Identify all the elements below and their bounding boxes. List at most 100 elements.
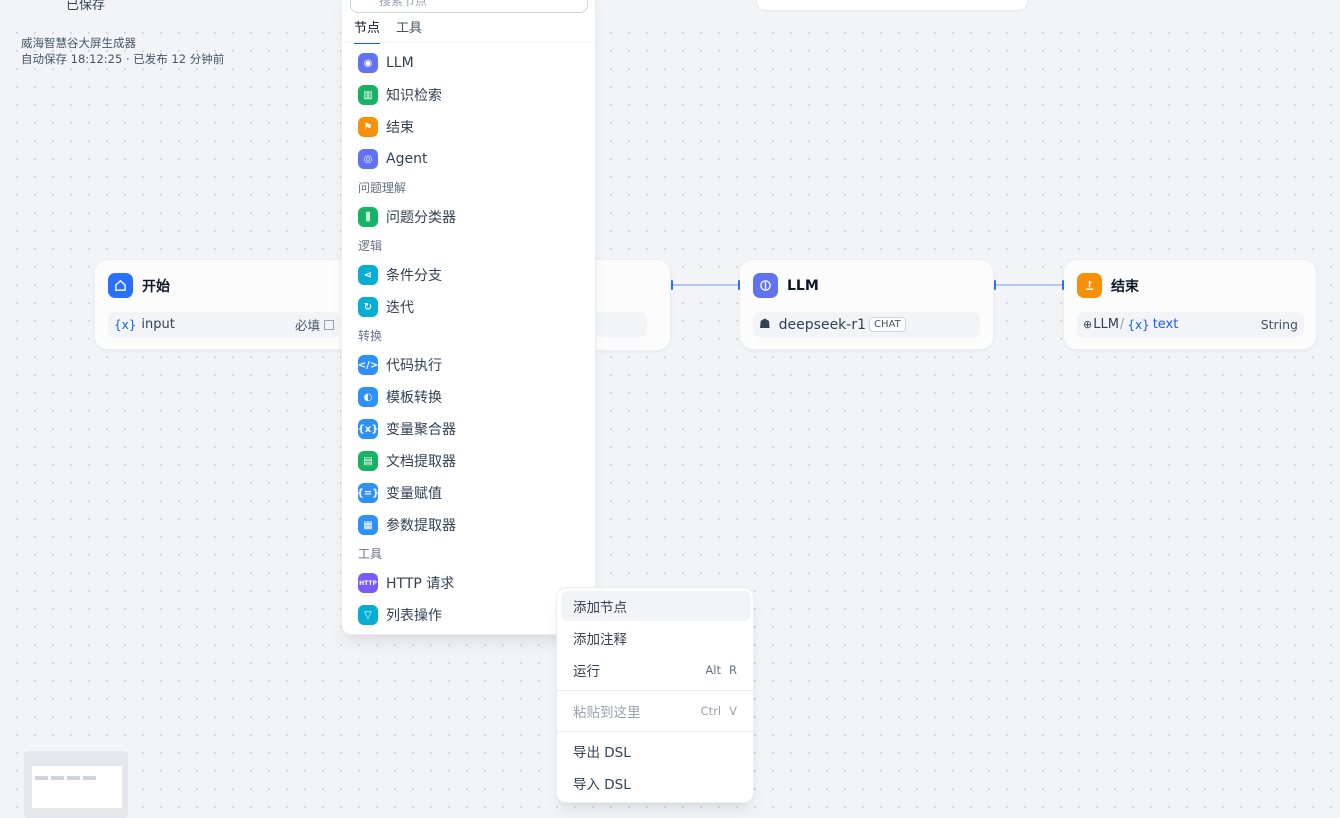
block-label: 变量赋值: [386, 486, 442, 502]
minimap-node: [35, 776, 48, 780]
assign-icon: {=}: [357, 483, 379, 503]
edge-llm-end: [995, 284, 1063, 286]
minimap-node: [51, 776, 64, 780]
llm-node[interactable]: LLM ☗ deepseek-r1 CHAT: [739, 259, 994, 350]
import-dsl-menu-item[interactable]: 导入 DSL: [561, 768, 751, 798]
block-item-iteration[interactable]: ↻ 迭代: [358, 297, 414, 317]
document-icon: ▤: [358, 451, 378, 471]
path-separator: /: [1119, 317, 1125, 332]
llm-model-row: ☗ deepseek-r1 CHAT: [753, 312, 980, 337]
divider: [342, 42, 595, 43]
model-name: deepseek-r1: [778, 316, 866, 333]
add-node-menu-item[interactable]: 添加节点: [561, 591, 751, 621]
loop-icon: ↻: [358, 297, 378, 317]
app-name: 威海智慧谷大屏生成器: [21, 36, 136, 50]
block-label: 条件分支: [386, 268, 442, 284]
menu-label: 添加节点: [573, 600, 627, 616]
block-item-param-extractor[interactable]: ▦ 参数提取器: [358, 515, 456, 535]
brain-icon: [753, 273, 778, 298]
model-icon: ☗: [759, 317, 771, 332]
variable-icon: {x}: [114, 317, 137, 332]
variable-name: text: [1152, 317, 1179, 332]
variable-name: input: [141, 317, 175, 332]
target-handle[interactable]: [738, 280, 740, 290]
block-item-aggregator[interactable]: {x} 变量聚合器: [358, 419, 456, 439]
block-item-llm[interactable]: ◉ LLM: [358, 53, 414, 73]
divider: [557, 690, 753, 691]
block-item-knowledge[interactable]: ▥ 知识检索: [358, 85, 442, 105]
block-label: 文档提取器: [386, 454, 456, 470]
save-status: 已保存: [66, 0, 106, 13]
end-output-row: ⊕ LLM / {x} text String: [1077, 312, 1304, 337]
autosave-status: 自动保存 18:12:25 · 已发布 12 分钟前: [21, 52, 225, 66]
block-label: LLM: [386, 55, 414, 71]
tab-nodes[interactable]: 节点: [354, 17, 381, 44]
source-handle[interactable]: [671, 280, 673, 290]
source-handle[interactable]: [994, 280, 996, 290]
block-item-agent[interactable]: ◎ Agent: [358, 149, 427, 169]
variable-type: String: [1260, 317, 1298, 332]
node-title: 开始: [142, 278, 170, 295]
group-label: 工具: [358, 547, 383, 561]
variable-icon: {x}: [358, 419, 378, 439]
http-icon: HTTP: [358, 573, 378, 593]
node-title: 结束: [1111, 278, 1139, 295]
block-item-end[interactable]: ⚑ 结束: [358, 117, 414, 137]
minimap-node: [83, 776, 96, 780]
target-handle[interactable]: [1062, 280, 1064, 290]
end-node[interactable]: 结束 ⊕ LLM / {x} text String: [1063, 259, 1317, 350]
variable-icon: {x}: [1127, 317, 1150, 332]
filter-icon: ▽: [358, 605, 378, 625]
menu-label: 导入 DSL: [573, 777, 631, 793]
block-item-assigner[interactable]: {=} 变量赋值: [357, 483, 442, 503]
shortcut: Alt R: [705, 663, 737, 677]
block-label: 列表操作: [386, 608, 442, 624]
node-title: LLM: [787, 277, 819, 294]
block-selector-panel: 搜索节点 节点 工具 ◉ LLM ▥ 知识检索 ⚑ 结束 ◎ Agent 问题理…: [341, 0, 596, 635]
divider: [557, 731, 753, 732]
start-node[interactable]: 开始 {x} input 必填: [94, 259, 354, 350]
menu-label: 导出 DSL: [573, 745, 631, 761]
template-icon: ◐: [358, 387, 378, 407]
home-icon: [108, 273, 133, 298]
block-label: Agent: [386, 151, 428, 167]
minimap[interactable]: [24, 751, 128, 818]
block-label: HTTP 请求: [386, 576, 455, 592]
block-label: 迭代: [386, 300, 414, 316]
block-item-http[interactable]: HTTP HTTP 请求: [358, 573, 454, 593]
group-label: 转换: [358, 329, 383, 343]
group-label: 逻辑: [358, 239, 383, 253]
block-item-template[interactable]: ◐ 模板转换: [358, 387, 442, 407]
llm-source-icon: ⊕: [1083, 318, 1093, 331]
menu-label: 运行: [573, 664, 600, 680]
flag-icon: ⚑: [358, 117, 378, 137]
export-dsl-menu-item[interactable]: 导出 DSL: [561, 736, 751, 766]
run-menu-item[interactable]: 运行 Alt R: [561, 655, 751, 685]
text-input-icon: [324, 319, 334, 330]
block-label: 变量聚合器: [386, 422, 456, 438]
edge-knowledge-llm: [673, 284, 739, 286]
flag-icon: [1077, 273, 1102, 298]
menu-label: 粘贴到这里: [573, 705, 641, 721]
tab-tools[interactable]: 工具: [396, 17, 422, 44]
block-item-classifier[interactable]: ⫼ 问题分类器: [358, 207, 456, 227]
block-item-if-else[interactable]: ⋖ 条件分支: [358, 265, 442, 285]
block-item-code[interactable]: </> 代码执行: [358, 355, 442, 375]
add-note-menu-item[interactable]: 添加注释: [561, 623, 751, 653]
minimap-viewport[interactable]: [32, 766, 122, 808]
block-label: 代码执行: [386, 358, 442, 374]
start-variable-row: {x} input 必填: [108, 312, 340, 337]
block-item-doc-extractor[interactable]: ▤ 文档提取器: [358, 451, 456, 471]
source-name: LLM: [1093, 317, 1119, 332]
block-label: 知识检索: [386, 88, 442, 104]
block-label: 模板转换: [386, 390, 442, 406]
group-label: 问题理解: [358, 181, 407, 195]
search-input[interactable]: 搜索节点: [350, 0, 588, 13]
branch-icon: ⋖: [358, 265, 378, 285]
publish-pill[interactable]: [757, 0, 1027, 10]
paste-menu-item[interactable]: 粘贴到这里 Ctrl V: [561, 696, 751, 726]
canvas-context-menu: 添加节点 添加注释 运行 Alt R 粘贴到这里 Ctrl V 导出 DSL 导入 …: [556, 587, 754, 803]
code-icon: </>: [358, 355, 378, 375]
agent-icon: ◎: [358, 149, 378, 169]
block-item-list-operator[interactable]: ▽ 列表操作: [358, 605, 442, 625]
